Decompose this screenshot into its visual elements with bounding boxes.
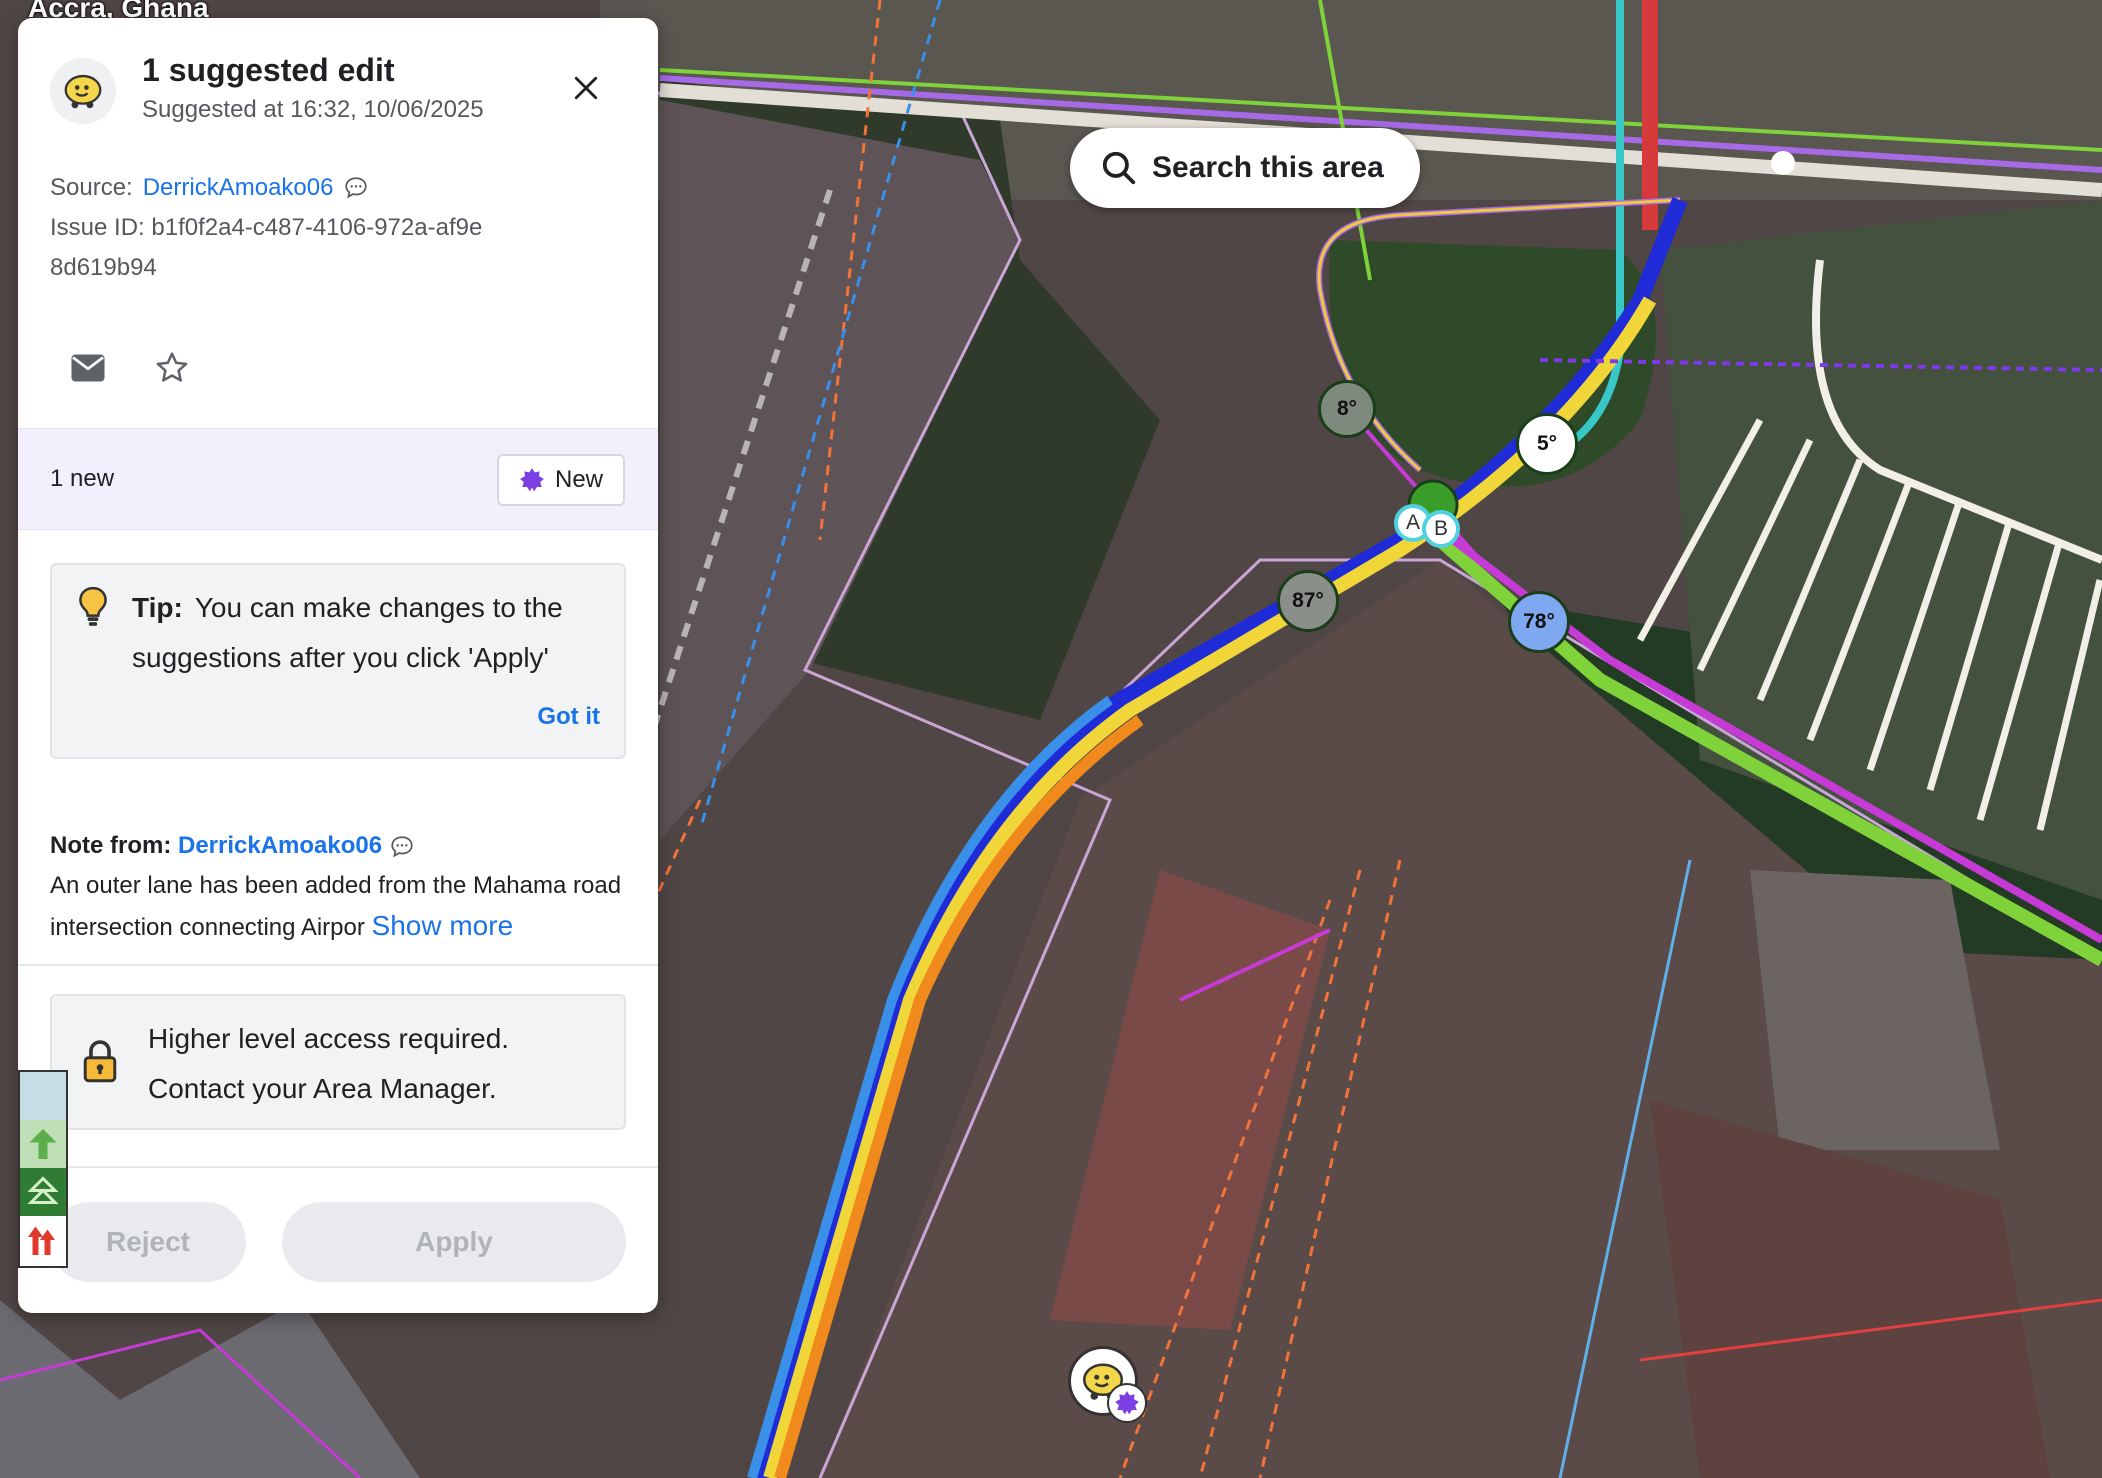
layer-shortcuts — [18, 1070, 68, 1268]
access-line-1: Higher level access required. — [148, 1023, 510, 1054]
arrow-up-icon — [29, 1129, 57, 1159]
stacked-arrow-icon — [27, 1176, 59, 1204]
suggested-edit-panel: 1 suggested edit Suggested at 16:32, 10/… — [18, 18, 658, 1313]
edit-metadata: Source: DerrickAmoako06 Issue ID: b1f0f2… — [18, 168, 658, 288]
turn-angle-marker[interactable]: 78° — [1508, 591, 1570, 653]
layer-arrow-up[interactable] — [20, 1120, 66, 1168]
search-this-area-button[interactable]: Search this area — [1070, 128, 1420, 208]
layer-turn-arrows[interactable] — [20, 1216, 66, 1264]
reject-button[interactable]: Reject — [50, 1202, 246, 1282]
new-filter-label: New — [554, 466, 603, 493]
note-section: Note from: DerrickAmoako06 An outer lane… — [50, 826, 630, 948]
junction-node-b[interactable]: B — [1422, 510, 1460, 548]
email-button[interactable] — [68, 348, 108, 388]
apply-button[interactable]: Apply — [282, 1202, 626, 1282]
suggestion-map-pin[interactable] — [1068, 1346, 1147, 1423]
new-filter-button[interactable]: New — [497, 454, 625, 506]
new-suggestions-bar: 1 new New — [18, 428, 658, 530]
follow-button[interactable] — [152, 348, 192, 388]
email-icon — [71, 354, 105, 382]
source-user-link[interactable]: DerrickAmoako06 — [143, 168, 334, 208]
divider — [18, 964, 658, 966]
note-user-link[interactable]: DerrickAmoako06 — [178, 832, 382, 859]
chat-bubble-icon[interactable] — [389, 834, 415, 860]
tip-text: Tip: You can make changes to the suggesti… — [132, 583, 612, 683]
divider — [18, 1166, 658, 1168]
panel-title: 1 suggested edit — [142, 52, 395, 88]
lock-icon — [83, 1040, 117, 1083]
turn-angle-marker[interactable]: 87° — [1277, 570, 1339, 632]
lightbulb-icon — [79, 586, 107, 626]
new-badge-icon — [1107, 1383, 1147, 1423]
new-count: 1 new — [50, 465, 115, 492]
star-icon — [156, 352, 188, 382]
search-icon — [1102, 151, 1136, 185]
tip-box: Tip: You can make changes to the suggesti… — [50, 563, 626, 759]
tip-message: You can make changes to the suggestions … — [132, 592, 563, 673]
access-text: Higher level access required. Contact yo… — [148, 1014, 509, 1114]
note-text: An outer lane has been added from the Ma… — [50, 872, 622, 941]
source-label: Source: — [50, 174, 133, 201]
turn-angle-marker[interactable]: 8° — [1318, 380, 1376, 438]
close-button[interactable] — [566, 68, 606, 108]
layer-arrow-stacked[interactable] — [20, 1168, 66, 1216]
turn-arrows-icon — [28, 1226, 55, 1255]
access-line-2: Contact your Area Manager. — [148, 1073, 497, 1104]
issue-id-label: Issue ID: — [50, 214, 145, 241]
chat-bubble-icon[interactable] — [343, 175, 369, 201]
search-this-area-label: Search this area — [1152, 151, 1384, 184]
panel-actions — [68, 348, 192, 388]
close-icon — [574, 76, 598, 100]
layer-swatch[interactable] — [20, 1072, 66, 1120]
panel-header: 1 suggested edit Suggested at 16:32, 10/… — [18, 18, 658, 168]
note-from-label: Note from: — [50, 832, 172, 859]
show-more-link[interactable]: Show more — [372, 910, 514, 941]
new-badge-icon — [520, 468, 544, 492]
waze-avatar-icon — [50, 58, 116, 124]
got-it-button[interactable]: Got it — [537, 703, 600, 731]
suggested-timestamp: Suggested at 16:32, 10/06/2025 — [142, 96, 484, 123]
turn-angle-marker[interactable]: 5° — [1516, 413, 1578, 475]
access-warning: Higher level access required. Contact yo… — [50, 994, 626, 1130]
tip-label: Tip: — [132, 592, 183, 623]
